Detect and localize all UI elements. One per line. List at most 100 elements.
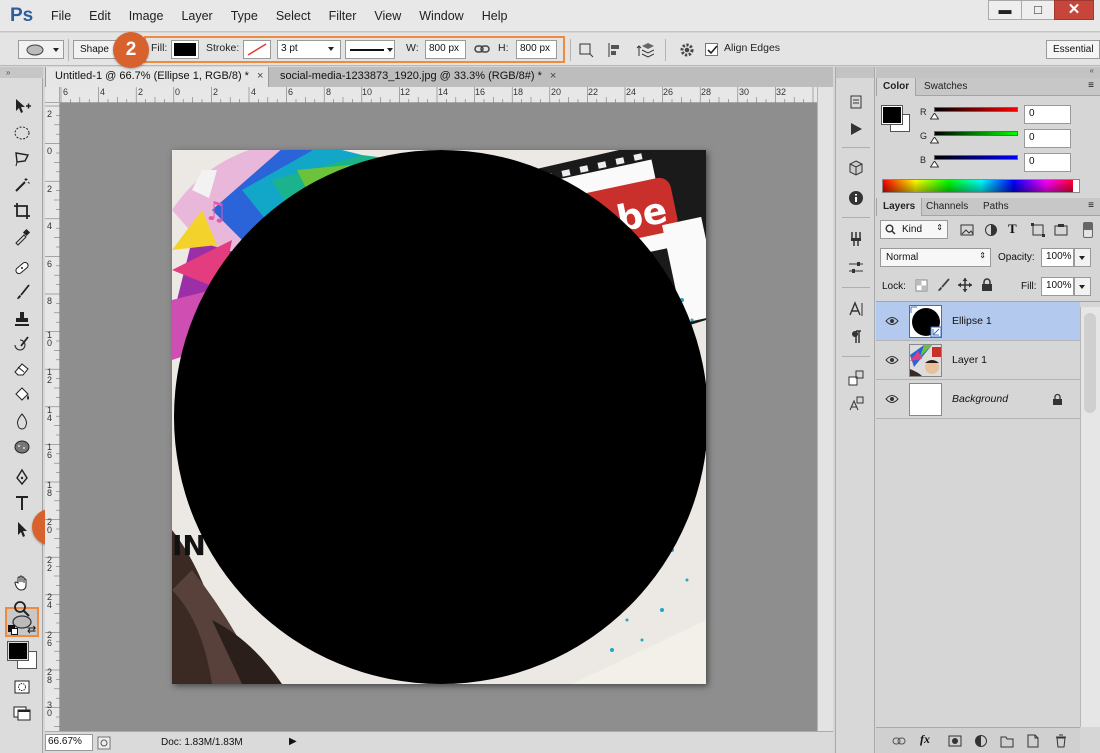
elliptical-marquee-tool[interactable] — [8, 121, 36, 144]
document-canvas[interactable]: ♫ ube IN — [172, 150, 706, 684]
align-edges-checkbox[interactable] — [705, 43, 718, 56]
filter-shape-icon[interactable] — [1031, 223, 1045, 237]
tab-social-media[interactable]: social-media-1233873_1920.jpg @ 33.3% (R… — [271, 67, 577, 87]
status-menu-arrow-icon[interactable]: ▶ — [289, 736, 297, 747]
tab-untitled-1[interactable]: Untitled-1 @ 66.7% (Ellipse 1, RGB/8) * × — [45, 67, 269, 87]
status-info-icon[interactable] — [97, 736, 111, 750]
opacity-field[interactable]: 100% — [1041, 248, 1074, 267]
canvas-scrollbar[interactable] — [817, 87, 833, 731]
ruler-origin[interactable] — [45, 87, 60, 103]
menu-file[interactable]: File — [42, 9, 80, 23]
workspace-switcher[interactable]: Essential — [1046, 40, 1100, 59]
red-slider[interactable] — [934, 107, 1018, 112]
eyedropper-tool[interactable] — [8, 225, 36, 248]
close-icon[interactable]: × — [550, 70, 556, 82]
move-tool[interactable] — [8, 94, 36, 117]
lock-icon[interactable] — [1052, 393, 1063, 406]
tab-channels[interactable]: Channels — [920, 198, 974, 216]
3d-panel-button[interactable] — [845, 157, 867, 179]
menu-window[interactable]: Window — [410, 9, 472, 23]
layers-scrollbar[interactable] — [1080, 307, 1100, 727]
tool-preset-picker[interactable] — [18, 40, 64, 59]
gear-icon[interactable] — [678, 41, 696, 60]
history-brush-tool[interactable] — [8, 332, 36, 355]
panel-menu-icon[interactable]: ≡ — [1088, 200, 1094, 211]
menu-view[interactable]: View — [365, 9, 410, 23]
path-arrangement-icon[interactable] — [636, 42, 654, 61]
green-slider[interactable] — [934, 131, 1018, 136]
panel-collapse-strip[interactable] — [836, 67, 874, 78]
fill-dropdown[interactable] — [1074, 277, 1091, 296]
close-button[interactable]: ✕ — [1054, 0, 1094, 20]
menu-help[interactable]: Help — [473, 9, 517, 23]
filter-adjustment-icon[interactable] — [984, 223, 998, 237]
menu-image[interactable]: Image — [120, 9, 173, 23]
character-styles-button[interactable] — [845, 367, 867, 389]
blue-field[interactable]: 0 — [1024, 153, 1071, 172]
actions-panel-button[interactable] — [845, 118, 867, 140]
eye-icon[interactable] — [885, 354, 899, 366]
path-operations-icon[interactable] — [578, 42, 594, 61]
color-foreground-swatch[interactable] — [881, 105, 903, 125]
info-panel-button[interactable] — [845, 187, 867, 209]
hand-tool[interactable] — [8, 571, 36, 594]
swap-colors-icon[interactable]: ⇄ — [27, 623, 36, 636]
panel-collapse-strip[interactable]: » — [0, 67, 43, 78]
menu-type[interactable]: Type — [222, 9, 267, 23]
scrollbar-thumb[interactable] — [1084, 313, 1096, 413]
menu-layer[interactable]: Layer — [172, 9, 221, 23]
character-panel-button[interactable] — [845, 298, 867, 320]
filter-smartobject-icon[interactable] — [1054, 223, 1068, 237]
blue-slider[interactable] — [934, 155, 1018, 160]
foreground-color-swatch[interactable] — [7, 641, 29, 661]
layer-row-background[interactable]: Background — [876, 380, 1080, 419]
lock-transparent-icon[interactable] — [915, 279, 928, 292]
polygonal-lasso-tool[interactable] — [8, 147, 36, 170]
paragraph-panel-button[interactable] — [845, 326, 867, 348]
ellipse-shape[interactable] — [174, 150, 706, 684]
close-icon[interactable]: × — [257, 70, 263, 82]
quick-mask-button[interactable] — [8, 675, 36, 698]
paint-bucket-tool[interactable] — [8, 383, 36, 406]
panel-menu-icon[interactable]: ≡ — [1088, 80, 1094, 91]
tab-color[interactable]: Color — [876, 78, 917, 96]
trash-icon[interactable] — [1054, 734, 1068, 748]
screen-mode-button[interactable] — [8, 701, 36, 724]
green-field[interactable]: 0 — [1024, 129, 1071, 148]
blend-mode-select[interactable]: Normal ⇕ — [880, 248, 991, 267]
zoom-tool[interactable] — [8, 597, 36, 620]
vertical-ruler[interactable]: 2 0 2 4 6 8 1 0 1 2 1 4 1 6 1 8 2 0 2 2 … — [45, 103, 60, 731]
adjustment-layer-icon[interactable] — [974, 734, 988, 748]
dodge-tool[interactable] — [8, 435, 36, 458]
color-spectrum-ramp[interactable] — [882, 179, 1080, 193]
menu-select[interactable]: Select — [267, 9, 320, 23]
filter-toggle[interactable] — [1083, 222, 1093, 238]
filter-pixel-icon[interactable] — [960, 224, 974, 236]
zoom-field[interactable]: 66.67% — [45, 734, 93, 751]
lock-all-icon[interactable] — [981, 278, 993, 292]
tab-swatches[interactable]: Swatches — [918, 78, 973, 96]
blur-tool[interactable] — [8, 409, 36, 432]
maximize-button[interactable]: □ — [1021, 0, 1055, 20]
lock-pixels-icon[interactable] — [936, 278, 950, 292]
new-layer-icon[interactable] — [1026, 734, 1040, 748]
filter-type-icon[interactable]: T — [1008, 221, 1017, 237]
type-tool[interactable] — [8, 491, 36, 514]
tab-layers[interactable]: Layers — [876, 198, 923, 216]
clone-stamp-tool[interactable] — [8, 307, 36, 330]
panel-collapse-strip[interactable]: « — [876, 66, 1100, 78]
fill-field[interactable]: 100% — [1041, 277, 1074, 296]
layer-row-layer-1[interactable]: Layer 1 — [876, 341, 1080, 380]
pen-tool[interactable] — [8, 465, 36, 488]
path-alignment-icon[interactable] — [606, 42, 622, 61]
minimize-button[interactable]: ▬ — [988, 0, 1022, 20]
brush-tool[interactable] — [8, 281, 36, 304]
link-layers-icon[interactable] — [892, 734, 906, 748]
default-colors-icon[interactable] — [8, 625, 22, 635]
opacity-dropdown[interactable] — [1074, 248, 1091, 267]
crop-tool[interactable] — [8, 199, 36, 222]
healing-brush-tool[interactable] — [8, 256, 36, 279]
tab-paths[interactable]: Paths — [977, 198, 1015, 216]
layer-row-ellipse-1[interactable]: Ellipse 1 — [876, 302, 1080, 341]
slider-handle-icon[interactable] — [930, 137, 939, 144]
